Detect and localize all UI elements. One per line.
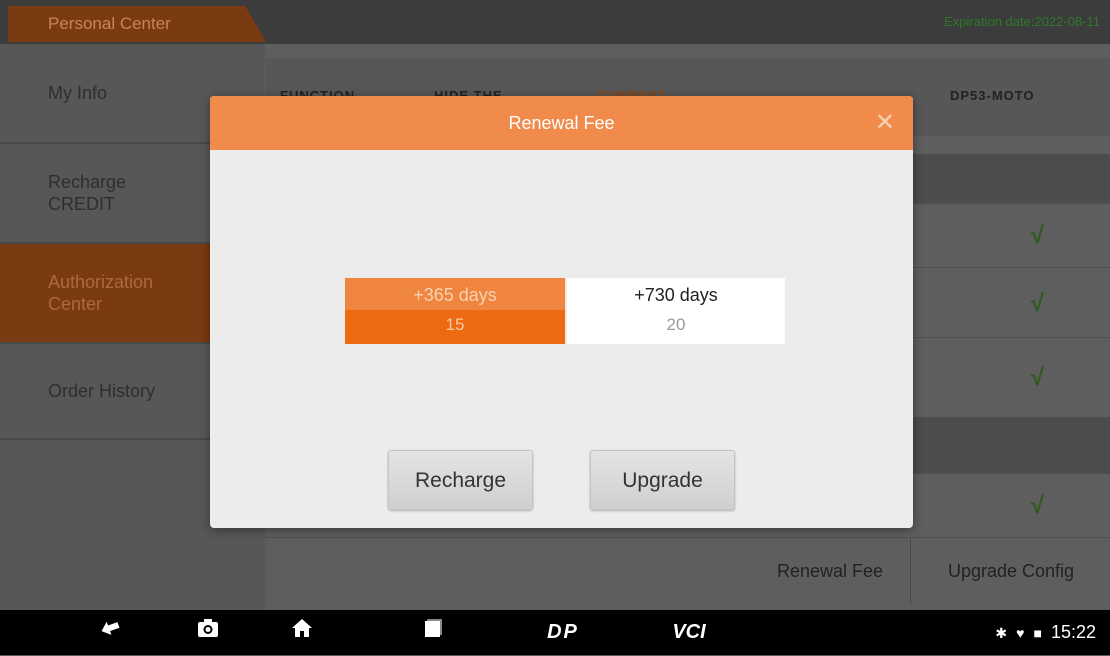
camera-icon[interactable] [188,610,228,655]
plan-option-730-days[interactable]: +730 days 20 [567,278,785,344]
plan-price: 15 [345,310,565,344]
recent-apps-icon[interactable] [414,610,454,655]
renewal-fee-dialog: Renewal Fee ✕ +365 days 15 +730 days 20 … [210,96,913,528]
check-icon: √ [1030,222,1044,249]
sidebar-item-label: My Info [48,83,108,103]
plan-days-label: +730 days [634,285,718,305]
check-icon: √ [1030,364,1044,391]
close-icon[interactable]: ✕ [875,96,895,150]
top-bar: Personal Center Expiration date:2022-08-… [0,0,1110,44]
dialog-header: Renewal Fee ✕ [210,96,913,150]
wifi-icon: ♥ [1016,625,1025,641]
battery-icon: ■ [1033,625,1042,641]
column-header-dp53-moto: DP53-MOTO [950,88,1035,103]
status-area: ✱ ♥ ■ 15:22 [995,610,1096,655]
dialog-title: Renewal Fee [508,113,615,133]
check-icon: √ [1030,290,1044,317]
breadcrumb[interactable]: Personal Center [8,6,266,42]
plan-days-label: +365 days [413,285,497,305]
upgrade-button[interactable]: Upgrade [590,450,735,510]
home-icon[interactable] [282,610,322,655]
upgrade-config-button[interactable]: Upgrade Config [912,538,1110,604]
plan-price: 20 [666,315,686,334]
vci-icon[interactable]: VCI [664,610,714,655]
check-icon: √ [1030,492,1044,519]
clock: 15:22 [1050,622,1096,642]
renewal-fee-button[interactable]: Renewal Fee [750,538,911,604]
recharge-button[interactable]: Recharge [388,450,533,510]
sidebar-item-label: Recharge CREDIT [48,172,127,214]
dp-icon[interactable]: DP [538,610,588,655]
expiration-date: Expiration date:2022-08-11 [944,14,1100,29]
sidebar-item-label: Order History [48,381,156,401]
back-icon[interactable] [90,610,130,655]
sidebar-item-label: Authorization Center [48,272,154,314]
plan-option-365-days[interactable]: +365 days 15 [345,278,565,344]
navigation-bar: DP VCI ✱ ♥ ■ 15:22 [0,610,1110,655]
bluetooth-icon: ✱ [995,625,1008,641]
